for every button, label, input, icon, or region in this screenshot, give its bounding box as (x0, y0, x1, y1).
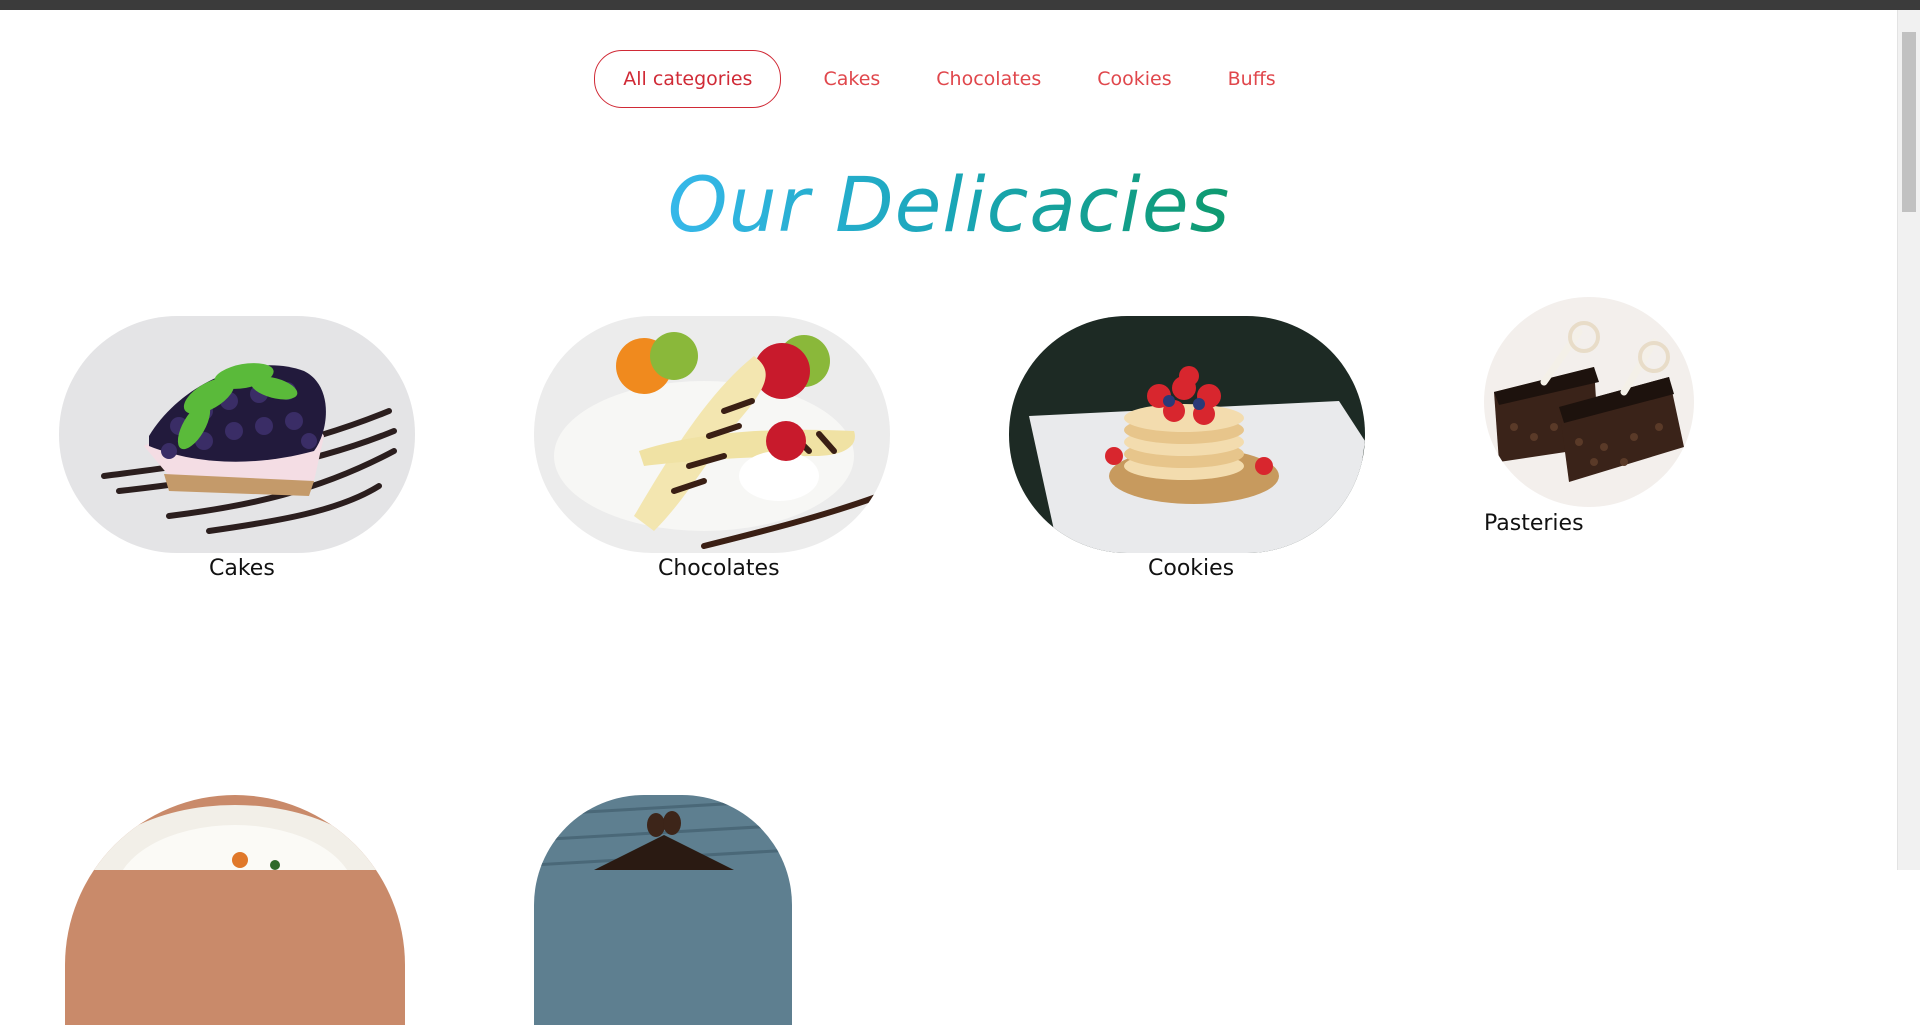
tab-cakes[interactable]: Cakes (795, 51, 908, 107)
product-card-pasteries[interactable]: Pasteries (1484, 297, 1694, 542)
food-bowl-image[interactable] (65, 795, 405, 1025)
pancake-stack-image[interactable] (1009, 316, 1365, 553)
section-title: Our Delicacies (0, 155, 1898, 255)
product-card-chocolates[interactable]: Chocolates (534, 316, 890, 586)
browser-top-bar (0, 0, 1920, 10)
product-card-chocolate-cake[interactable] (534, 795, 792, 1025)
product-label-chocolates: Chocolates (658, 556, 780, 581)
tab-cookies[interactable]: Cookies (1069, 51, 1199, 107)
chocolate-cake-image[interactable] (534, 795, 792, 1025)
tab-chocolates[interactable]: Chocolates (908, 51, 1069, 107)
scrollbar-thumb[interactable] (1902, 32, 1916, 212)
category-tabs: All categories Cakes Chocolates Cookies … (0, 50, 1898, 108)
tab-buffs[interactable]: Buffs (1200, 51, 1304, 107)
product-label-pasteries: Pasteries (1484, 511, 1584, 536)
product-label-cakes: Cakes (209, 556, 275, 581)
chocolate-pastry-image[interactable] (1484, 297, 1694, 507)
section-title-text: Our Delicacies (667, 160, 1231, 249)
banana-split-image[interactable] (534, 316, 890, 553)
product-label-cookies: Cookies (1148, 556, 1235, 581)
product-card-cakes[interactable]: Cakes (59, 316, 415, 586)
tab-all-categories[interactable]: All categories (594, 50, 782, 108)
page-scrollbar[interactable] (1897, 10, 1920, 870)
product-card-bowl[interactable] (65, 795, 405, 1025)
product-card-cookies[interactable]: Cookies (1009, 316, 1365, 586)
cheesecake-image[interactable] (59, 316, 415, 553)
